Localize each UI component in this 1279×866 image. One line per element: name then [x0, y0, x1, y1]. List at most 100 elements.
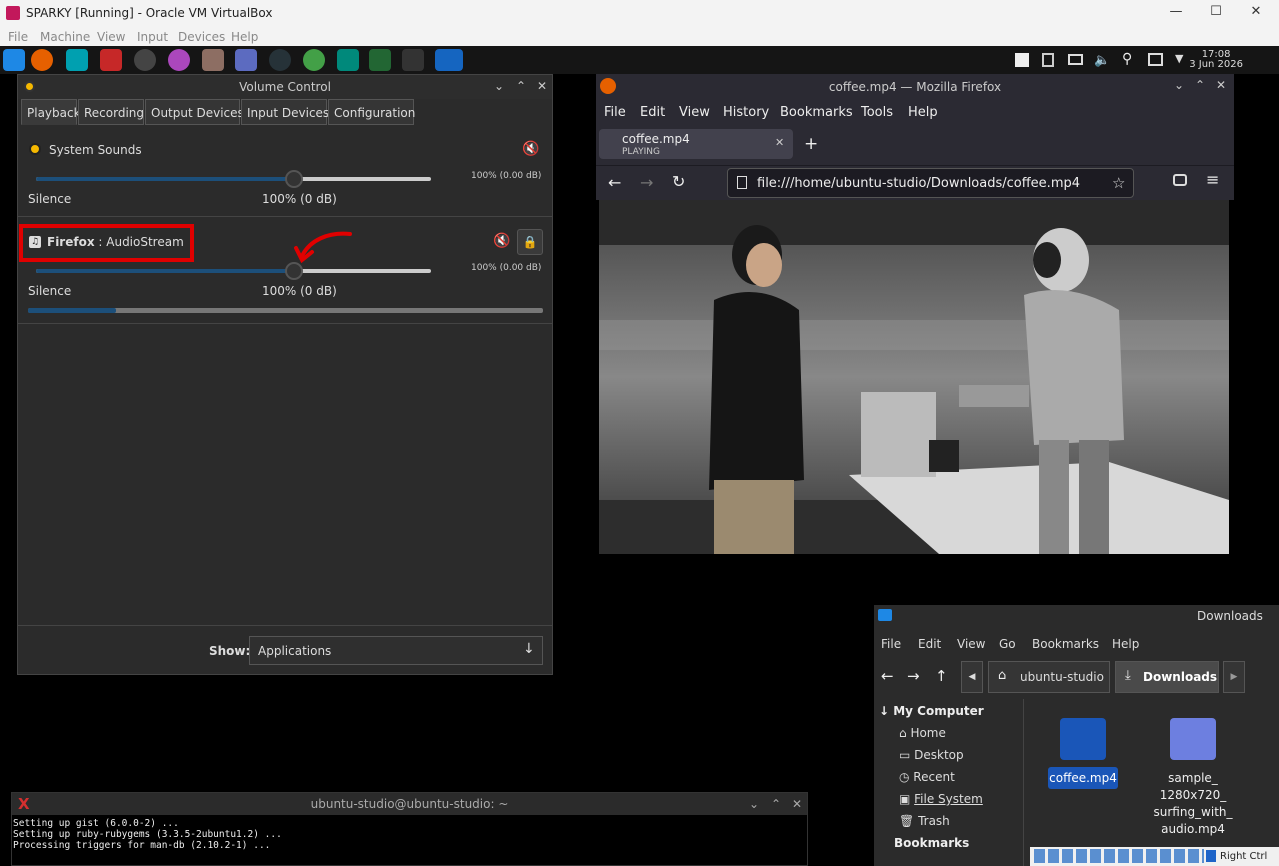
stream-system-sounds: System Sounds 🔇 100% (0.00 dB) Silence 1…	[18, 126, 552, 217]
tab-recording[interactable]: Recording	[78, 99, 144, 125]
ardour-icon[interactable]	[100, 49, 122, 71]
video-player[interactable]	[599, 200, 1229, 554]
ff-close-button[interactable]: ✕	[1216, 78, 1226, 92]
back-arrow-icon[interactable]: ←	[881, 667, 894, 685]
home-icon: ⌂	[998, 668, 1007, 683]
tab-close-icon[interactable]: ✕	[775, 136, 784, 149]
term-minimize-button[interactable]: ⌄	[749, 797, 759, 811]
vc-maximize-button[interactable]: ⌃	[516, 79, 526, 93]
ff-menu-edit[interactable]: Edit	[640, 105, 665, 120]
clock[interactable]: 17:08 3 Jun 2026	[1189, 50, 1243, 70]
forward-arrow-icon[interactable]: →	[907, 667, 920, 685]
maximize-button[interactable]: ☐	[1205, 4, 1227, 22]
files-menu-view[interactable]: View	[957, 637, 985, 651]
sidebar-item-recent[interactable]: ◷ Recent	[899, 770, 955, 784]
menu-input[interactable]: Input	[137, 30, 168, 44]
color-picker-icon[interactable]	[168, 49, 190, 71]
forward-arrow-icon[interactable]: →	[640, 173, 653, 192]
ff-menu-view[interactable]: View	[679, 105, 710, 120]
stream-firefox: ♫ Firefox : AudioStream 🔇 🔒 100% (0.00 d…	[18, 218, 552, 324]
term-maximize-button[interactable]: ⌃	[771, 797, 781, 811]
gimp-icon[interactable]	[202, 49, 224, 71]
vc-close-button[interactable]: ✕	[537, 79, 547, 93]
sidebar-item-home[interactable]: ⌂ Home	[899, 726, 946, 740]
hamburger-menu-icon[interactable]: ≡	[1206, 170, 1219, 189]
vc-minimize-button[interactable]: ⌄	[494, 79, 504, 93]
show-select[interactable]: Applications ↓	[249, 636, 543, 665]
media-play-icon[interactable]	[1015, 53, 1029, 67]
back-arrow-icon[interactable]: ←	[608, 173, 621, 192]
lock-channels-button[interactable]: 🔒	[517, 229, 543, 255]
ff-maximize-button[interactable]: ⌃	[1195, 78, 1205, 92]
clipboard-icon[interactable]	[1042, 53, 1054, 67]
files-menu-bookmarks[interactable]: Bookmarks	[1032, 637, 1099, 651]
menu-file[interactable]: File	[8, 30, 28, 44]
menu-machine[interactable]: Machine	[40, 30, 90, 44]
sidebar-item-file-system[interactable]: ▣ File System	[899, 792, 983, 806]
new-tab-button[interactable]: +	[804, 134, 818, 154]
crumb-downloads[interactable]: ⤓ Downloads	[1115, 661, 1219, 693]
files-menu-help[interactable]: Help	[1112, 637, 1139, 651]
volume-slider-knob[interactable]	[285, 170, 303, 188]
reload-icon[interactable]: ↻	[672, 172, 685, 191]
display-icon[interactable]	[1148, 53, 1163, 66]
files-menu-edit[interactable]: Edit	[918, 637, 941, 651]
tab-output-devices[interactable]: Output Devices	[145, 99, 244, 125]
keyboard-icon[interactable]	[1068, 54, 1083, 65]
ff-menu-history[interactable]: History	[723, 105, 769, 120]
files-menu-go[interactable]: Go	[999, 637, 1016, 651]
breadcrumb-left-button[interactable]: ◀	[961, 661, 983, 693]
url-bar[interactable]: file:///home/ubuntu-studio/Downloads/cof…	[727, 168, 1134, 198]
close-button[interactable]: ✕	[1245, 4, 1267, 22]
sidebar-header-bookmarks[interactable]: Bookmarks	[894, 836, 969, 850]
files-menu-file[interactable]: File	[881, 637, 901, 651]
speaker-icon[interactable]: 🔈	[1094, 53, 1110, 68]
slider-min-label: Silence	[28, 284, 72, 298]
sidebar-item-desktop[interactable]: ▭ Desktop	[899, 748, 964, 762]
breadcrumb-right-button[interactable]: ▶	[1223, 661, 1245, 693]
firefox-launcher-icon[interactable]	[31, 49, 53, 71]
darktable-icon[interactable]	[303, 49, 325, 71]
mute-icon[interactable]: 🔇	[493, 233, 510, 249]
sidebar-item-trash[interactable]: 🗑 Trash	[899, 814, 950, 828]
ff-menu-file[interactable]: File	[604, 105, 626, 120]
pocket-icon[interactable]	[1173, 174, 1187, 186]
tab-input-devices[interactable]: Input Devices	[241, 99, 329, 125]
chevron-down-icon[interactable]: ▼	[1175, 52, 1183, 65]
trash-icon: 🗑	[899, 814, 919, 828]
desktop-icon: ▭	[899, 748, 915, 762]
ff-minimize-button[interactable]: ⌄	[1174, 78, 1184, 92]
tab-configuration[interactable]: Configuration	[328, 99, 415, 125]
menu-help[interactable]: Help	[231, 30, 258, 44]
inkscape-icon[interactable]	[337, 49, 359, 71]
menu-devices[interactable]: Devices	[178, 30, 225, 44]
term-close-button[interactable]: ✕	[792, 797, 802, 811]
bookmark-star-icon[interactable]: ☆	[1112, 174, 1125, 192]
minimize-button[interactable]: —	[1165, 4, 1187, 22]
sidebar-header-my-computer[interactable]: ↓ My Computer	[879, 704, 984, 718]
volume-slider-knob[interactable]	[285, 262, 303, 280]
obs-icon[interactable]	[134, 49, 156, 71]
ff-menu-tools[interactable]: Tools	[861, 105, 893, 120]
files-taskbar-icon[interactable]	[435, 49, 463, 71]
menu-view[interactable]: View	[97, 30, 125, 44]
terminal-output[interactable]: Setting up gist (6.0.0-2) ... Setting up…	[12, 815, 807, 854]
ff-menu-help[interactable]: Help	[908, 105, 938, 120]
launcher-s-icon[interactable]	[66, 49, 88, 71]
mute-icon[interactable]: 🔇	[522, 141, 539, 157]
ff-menu-bookmarks[interactable]: Bookmarks	[780, 105, 853, 120]
ff-tab[interactable]: coffee.mp4 PLAYING ✕	[599, 129, 793, 159]
file-item-coffee[interactable]: coffee.mp4	[1048, 717, 1120, 793]
crumb-home[interactable]: ⌂ ubuntu-studio	[988, 661, 1110, 693]
audio-app-icon[interactable]	[269, 49, 291, 71]
volume-taskbar-icon[interactable]	[402, 49, 424, 71]
tab-playback[interactable]: Playback	[21, 99, 81, 125]
terminal-line: Processing triggers for man-db (2.10.2-1…	[13, 840, 271, 851]
usb-icon[interactable]: ⚲	[1122, 51, 1132, 67]
up-arrow-icon[interactable]: ↑	[935, 667, 948, 685]
blender-icon[interactable]	[235, 49, 257, 71]
terminal-taskbar-icon[interactable]	[369, 49, 391, 71]
app-menu-icon[interactable]	[3, 49, 25, 71]
file-item-sample[interactable]: sample_ 1280x720_ surfing_with_ audio.mp…	[1153, 717, 1257, 847]
stream-source: AudioStream	[106, 235, 184, 249]
